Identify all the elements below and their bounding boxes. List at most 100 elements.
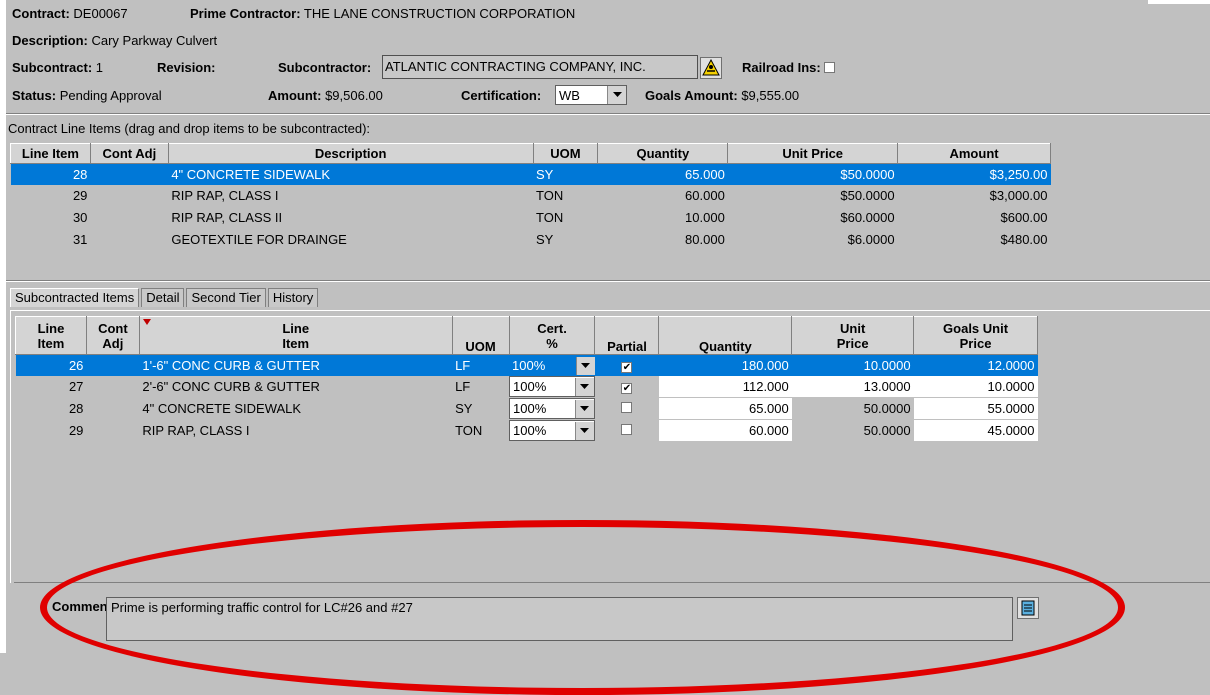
cell-price: $60.0000	[727, 206, 898, 229]
cell-price[interactable]: 50.0000	[791, 419, 914, 442]
table-row[interactable]: 27 2'-6" CONC CURB & GUTTER LF 100% ✔ 11…	[15, 376, 1038, 398]
col-goals-unit-price[interactable]: Goals Unit Price	[913, 316, 1038, 355]
cell-qty[interactable]: 60.000	[658, 419, 792, 442]
col-line-item[interactable]: Line Item	[15, 316, 87, 355]
checkmark-icon: ✔	[621, 362, 633, 373]
cell-desc: 1'-6" CONC CURB & GUTTER	[139, 354, 453, 376]
col-description[interactable]: Description	[167, 143, 534, 164]
cell-goals[interactable]: 45.0000	[913, 419, 1038, 442]
cell-uom: TON	[533, 185, 598, 207]
cell-desc: 4" CONCRETE SIDEWALK	[139, 397, 453, 420]
cell-goals[interactable]: 55.0000	[913, 397, 1038, 420]
goals-row: Goals Amount: $9,555.00	[645, 88, 799, 103]
cell-line: 28	[10, 163, 91, 185]
contract-row: Contract: DE00067	[12, 6, 128, 21]
col-unit-price[interactable]: Unit Price	[727, 143, 899, 164]
cell-desc: RIP RAP, CLASS I	[168, 185, 533, 207]
partial-checkbox[interactable]: ✔	[594, 354, 659, 376]
col-line-item[interactable]: Line Item	[10, 143, 91, 164]
table-header: Line Item Cont Adj Description UOM Quant…	[10, 143, 1051, 164]
col-quantity[interactable]: Quantity	[658, 316, 793, 355]
cell-uom: SY	[452, 397, 510, 420]
subcontractor-field[interactable]: ATLANTIC CONTRACTING COMPANY, INC.	[382, 55, 698, 79]
partial-checkbox[interactable]	[594, 419, 659, 442]
cell-price[interactable]: 10.0000	[791, 354, 914, 376]
cell-price: $50.0000	[727, 163, 898, 185]
cell-qty[interactable]: 180.000	[658, 354, 792, 376]
cell-adj	[86, 397, 140, 420]
cert-select[interactable]: 100%	[509, 354, 595, 376]
table-row[interactable]: 29 RIP RAP, CLASS I TON 60.000 $50.0000 …	[10, 185, 1051, 207]
cell-amount: $480.00	[897, 228, 1051, 251]
col-cert-pct[interactable]: Cert.%	[508, 316, 596, 355]
cell-desc: 4" CONCRETE SIDEWALK	[168, 163, 533, 185]
hazard-lookup-icon	[702, 59, 720, 76]
divider	[6, 114, 1210, 115]
tab-detail[interactable]: Detail	[141, 288, 185, 307]
table-row[interactable]: 26 1'-6" CONC CURB & GUTTER LF 100% ✔ 18…	[15, 354, 1038, 376]
cell-price[interactable]: 50.0000	[791, 397, 914, 420]
cell-uom: LF	[452, 354, 510, 376]
cell-price[interactable]: 13.0000	[791, 376, 914, 398]
status-label: Status:	[12, 88, 57, 103]
cell-goals[interactable]: 10.0000	[913, 376, 1038, 398]
table-row[interactable]: 29 RIP RAP, CLASS I TON 100% 60.000 50.0…	[15, 419, 1038, 442]
cell-qty: 80.000	[597, 228, 728, 251]
tab-second-tier[interactable]: Second Tier	[186, 288, 266, 307]
checkmark-icon: ✔	[621, 383, 633, 394]
table-row[interactable]: 31 GEOTEXTILE FOR DRAINGE SY 80.000 $6.0…	[10, 228, 1051, 251]
revision-label: Revision:	[157, 60, 216, 75]
cell-line: 31	[10, 228, 91, 251]
cert-select[interactable]: 100%	[509, 419, 595, 442]
cell-line: 27	[15, 376, 87, 398]
chevron-down-icon[interactable]	[607, 86, 626, 104]
col-uom[interactable]: UOM	[451, 316, 510, 355]
cell-goals[interactable]: 12.0000	[913, 354, 1038, 376]
subcontractor-lookup-button[interactable]	[700, 57, 722, 79]
chevron-down-icon[interactable]	[574, 399, 594, 418]
chevron-down-icon[interactable]	[574, 421, 594, 440]
chevron-down-icon[interactable]	[575, 356, 595, 375]
railroad-checkbox[interactable]	[824, 62, 836, 73]
col-cont-adj[interactable]: Cont Adj	[85, 316, 140, 355]
cell-adj	[86, 376, 140, 398]
col-amount[interactable]: Amount	[897, 143, 1051, 164]
cell-amount: $600.00	[897, 206, 1051, 229]
col-line-description[interactable]: Line Item	[138, 316, 453, 355]
col-cont-adj[interactable]: Cont Adj	[89, 143, 169, 164]
table-row[interactable]: 30 RIP RAP, CLASS II TON 10.000 $60.0000…	[10, 206, 1051, 229]
subcontractor-label: Subcontractor:	[278, 60, 372, 75]
cell-desc: 2'-6" CONC CURB & GUTTER	[139, 376, 453, 398]
window-edge-top	[1148, 0, 1210, 4]
col-unit-price[interactable]: Unit Price	[791, 316, 915, 355]
col-partial[interactable]: Partial	[594, 316, 660, 355]
subcontracted-items-table: Line Item Cont Adj Line Item UOM Cert.% Par…	[15, 316, 1038, 442]
col-quantity[interactable]: Quantity	[597, 143, 729, 164]
partial-checkbox[interactable]	[594, 397, 659, 420]
tab-subcontracted-items[interactable]: Subcontracted Items	[10, 288, 140, 307]
partial-checkbox[interactable]: ✔	[594, 376, 659, 398]
cert-select[interactable]: 100%	[509, 376, 595, 398]
goals-label: Goals Amount:	[645, 88, 738, 103]
chevron-down-icon[interactable]	[574, 377, 594, 396]
certification-label: Certification:	[461, 88, 542, 103]
cert-select[interactable]: 100%	[509, 397, 595, 420]
cell-qty[interactable]: 65.000	[658, 397, 792, 420]
goals-value: $9,555.00	[741, 88, 800, 103]
table-row[interactable]: 28 4" CONCRETE SIDEWALK SY 100% 65.000 5…	[15, 397, 1038, 420]
annotation-ellipse	[40, 520, 1125, 695]
cell-qty: 10.000	[597, 206, 728, 229]
certification-select[interactable]: WB	[555, 85, 627, 105]
cell-adj	[90, 185, 169, 207]
cell-uom: TON	[533, 206, 598, 229]
description-value: Cary Parkway Culvert	[91, 33, 218, 48]
cell-qty[interactable]: 112.000	[658, 376, 792, 398]
divider	[6, 281, 1210, 282]
table-row[interactable]: 28 4" CONCRETE SIDEWALK SY 65.000 $50.00…	[10, 163, 1051, 185]
prime-label: Prime Contractor:	[190, 6, 301, 21]
col-uom[interactable]: UOM	[532, 143, 599, 164]
tab-history[interactable]: History	[267, 288, 319, 307]
contract-value: DE00067	[73, 6, 128, 21]
subcontract-label: Subcontract:	[12, 60, 93, 75]
cell-line: 30	[10, 206, 91, 229]
